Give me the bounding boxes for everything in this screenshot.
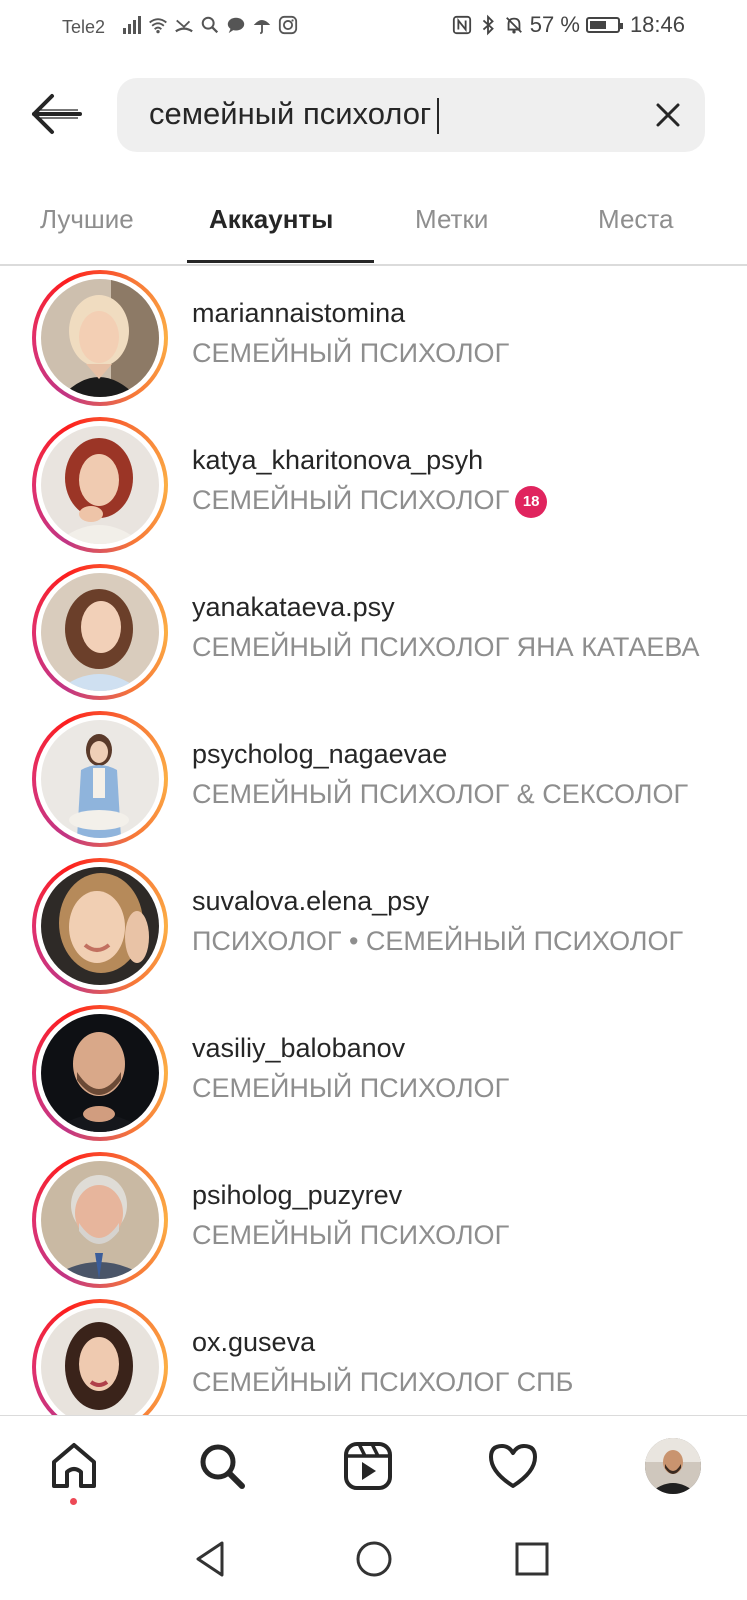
- heart-icon[interactable]: [487, 1440, 539, 1492]
- account-username: katya_kharitonova_psyh: [192, 445, 484, 475]
- story-ring: [32, 858, 168, 994]
- story-ring: [32, 270, 168, 406]
- back-arrow-icon[interactable]: [30, 92, 84, 136]
- account-subtitle: СЕМЕЙНЫЙ ПСИХОЛОГ: [192, 1073, 510, 1103]
- list-item[interactable]: vasiliy_balobanov СЕМЕЙНЫЙ ПСИХОЛОГ: [0, 1001, 747, 1151]
- age-18-icon: 18: [515, 485, 548, 518]
- search-notification-icon: [201, 16, 219, 34]
- tab-top[interactable]: Лучшие: [40, 204, 134, 235]
- profile-avatar[interactable]: [645, 1438, 701, 1494]
- story-ring: [32, 1005, 168, 1141]
- home-circle-icon[interactable]: [352, 1537, 396, 1581]
- reels-icon[interactable]: [342, 1440, 394, 1492]
- battery-icon: [585, 17, 623, 33]
- account-subtitle: СЕМЕЙНЫЙ ПСИХОЛОГ: [192, 1220, 510, 1250]
- account-username: ox.guseva: [192, 1327, 316, 1357]
- avatar: [41, 279, 159, 397]
- mute-icon: [505, 17, 522, 34]
- list-item[interactable]: yanakataeva.psy СЕМЕЙНЫЙ ПСИХОЛОГ ЯНА КА…: [0, 560, 747, 710]
- avatar: [41, 867, 159, 985]
- missed-call-icon: [175, 19, 193, 33]
- search-icon[interactable]: [196, 1440, 248, 1492]
- wifi-icon: [149, 18, 167, 34]
- umbrella-icon: [253, 20, 271, 35]
- status-right: 57 % 18:46: [452, 12, 685, 38]
- list-item[interactable]: suvalova.elena_psy ПСИХОЛОГ • СЕМЕЙНЫЙ П…: [0, 854, 747, 1004]
- notification-icons: [122, 14, 298, 36]
- clock: 18:46: [629, 12, 685, 37]
- carrier-name: Tele2: [62, 17, 106, 37]
- avatar: [41, 426, 159, 544]
- close-icon[interactable]: [653, 100, 683, 130]
- search-query[interactable]: семейный психолог: [149, 96, 440, 134]
- account-username: mariannaistomina: [192, 298, 406, 328]
- nfc-icon: [452, 15, 471, 35]
- avatar: [41, 1014, 159, 1132]
- chat-icon: [227, 17, 245, 34]
- text-caret: [437, 97, 440, 134]
- account-username: vasiliy_balobanov: [192, 1033, 406, 1063]
- account-subtitle: СЕМЕЙНЫЙ ПСИХОЛОГ СПБ: [192, 1367, 574, 1397]
- account-subtitle: СЕМЕЙНЫЙ ПСИХОЛОГ 18: [192, 485, 548, 518]
- account-username: yanakataeva.psy: [192, 592, 395, 622]
- account-subtitle: СЕМЕЙНЫЙ ПСИХОЛОГ: [192, 338, 510, 368]
- tab-places[interactable]: Места: [598, 204, 674, 235]
- story-ring: [32, 1152, 168, 1288]
- tab-accounts[interactable]: Аккаунты: [209, 204, 333, 235]
- status-bar: Tele2 57 % 18:46: [0, 0, 747, 56]
- search-tabs: Лучшие Аккаунты Метки Места: [0, 176, 747, 266]
- list-item[interactable]: mariannaistomina СЕМЕЙНЫЙ ПСИХОЛОГ: [0, 266, 747, 416]
- account-subtitle: ПСИХОЛОГ • СЕМЕЙНЫЙ ПСИХОЛОГ: [192, 926, 684, 956]
- signal-icon: [123, 16, 141, 34]
- list-item[interactable]: psycholog_nagaevae СЕМЕЙНЫЙ ПСИХОЛОГ & С…: [0, 707, 747, 857]
- account-username: psiholog_puzyrev: [192, 1180, 403, 1210]
- account-subtitle: СЕМЕЙНЫЙ ПСИХОЛОГ ЯНА КАТАЕВА: [192, 632, 700, 662]
- tab-tags[interactable]: Метки: [415, 204, 488, 235]
- system-navigation-bar: [0, 1519, 747, 1600]
- accounts-list: mariannaistomina СЕМЕЙНЫЙ ПСИХОЛОГ katya…: [0, 266, 747, 1415]
- search-input[interactable]: семейный психолог: [117, 78, 705, 152]
- story-ring: [32, 417, 168, 553]
- bottom-navigation: [0, 1415, 747, 1520]
- list-item[interactable]: ox.guseva СЕМЕЙНЫЙ ПСИХОЛОГ СПБ: [0, 1295, 747, 1415]
- recents-square-icon[interactable]: [510, 1537, 554, 1581]
- home-icon[interactable]: [48, 1440, 100, 1492]
- active-tab-indicator: [187, 260, 374, 263]
- account-username: psycholog_nagaevae: [192, 739, 448, 769]
- account-subtitle: СЕМЕЙНЫЙ ПСИХОЛОГ & СЕКСОЛОГ: [192, 779, 689, 809]
- story-ring: [32, 1299, 168, 1415]
- list-item[interactable]: psiholog_puzyrev СЕМЕЙНЫЙ ПСИХОЛОГ: [0, 1148, 747, 1298]
- battery-percent: 57 %: [529, 12, 580, 37]
- account-username: suvalova.elena_psy: [192, 886, 430, 916]
- story-ring: [32, 564, 168, 700]
- avatar: [41, 1308, 159, 1415]
- notification-dot: [70, 1498, 77, 1505]
- avatar: [41, 1161, 159, 1279]
- avatar: [41, 720, 159, 838]
- instagram-notification-icon: [278, 15, 298, 35]
- back-triangle-icon[interactable]: [190, 1537, 234, 1581]
- story-ring: [32, 711, 168, 847]
- list-item[interactable]: katya_kharitonova_psyh СЕМЕЙНЫЙ ПСИХОЛОГ…: [0, 413, 747, 563]
- bluetooth-icon: [482, 14, 494, 36]
- avatar: [41, 573, 159, 691]
